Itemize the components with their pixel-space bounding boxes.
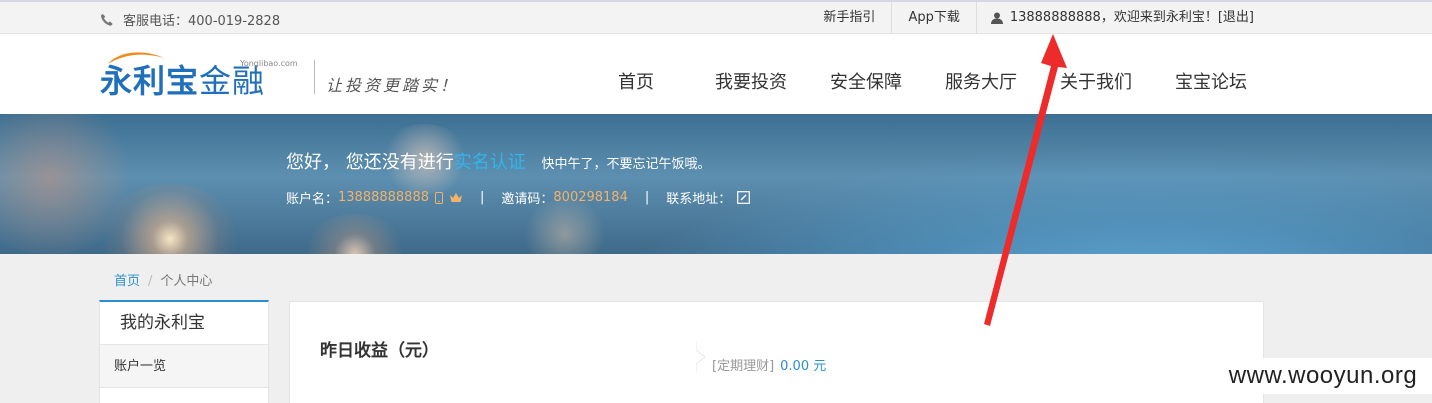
breadcrumb-separator: / [148, 274, 153, 289]
greeting-text: 您好， 您还没有进行 [286, 152, 454, 173]
username-link[interactable]: 13888888888 [1010, 2, 1101, 34]
fixed-income: [定期理财] 0.00 元 [712, 355, 826, 374]
divider: | [480, 190, 485, 205]
nav-home[interactable]: 首页 [618, 68, 654, 94]
watermark: www.wooyun.org [1214, 358, 1432, 394]
mobile-icon [435, 191, 443, 204]
sidebar-item-account-overview[interactable]: 账户一览 [100, 345, 268, 388]
logo-main-text: 永利宝 [100, 62, 200, 100]
greeting: 您好， 您还没有进行实名认证 快中午了，不要忘记午饭哦。 [286, 148, 710, 174]
nav-invest[interactable]: 我要投资 [715, 68, 787, 94]
site-header: 永利宝金融 Yonglibao.com 让投资更踏实！ 首页 我要投资 安全保障… [0, 34, 1432, 114]
user-welcome: 13888888888 ，欢迎来到永利宝！ [退出] [975, 2, 1432, 34]
account-info: 账户名： 13888888888 | 邀请码： 800298184 | 联系地址… [286, 188, 751, 207]
fixed-income-amount: 0.00 元 [780, 359, 827, 374]
yesterday-earnings-label: 昨日收益（元） [320, 341, 439, 361]
account-value: 13888888888 [338, 190, 429, 205]
chevron-right-icon [696, 342, 706, 372]
top-bar: 客服电话：400-019-2828 新手指引 App下载 13888888888… [0, 0, 1432, 34]
account-sidebar: 我的永利宝 账户一览 [99, 300, 269, 403]
welcome-text: ，欢迎来到永利宝！ [1100, 10, 1218, 25]
logout-link[interactable]: [退出] [1218, 2, 1254, 34]
nav-about-us[interactable]: 关于我们 [1060, 68, 1132, 94]
crown-icon [450, 193, 462, 202]
edit-icon[interactable] [737, 191, 751, 204]
logo-domain: Yonglibao.com [240, 59, 298, 68]
slogan: 让投资更踏实！ [326, 76, 460, 95]
phone-label: 客服电话：400-019-2828 [123, 14, 281, 29]
noon-tip: 快中午了，不要忘记午饭哦。 [541, 157, 711, 172]
divider: | [644, 190, 650, 205]
logo[interactable]: 永利宝金融 Yonglibao.com 让投资更踏实！ [100, 50, 460, 100]
breadcrumb-home[interactable]: 首页 [114, 274, 140, 289]
nav-security[interactable]: 安全保障 [830, 68, 902, 94]
newbie-guide-link[interactable]: 新手指引 [807, 2, 891, 34]
logo-divider [314, 60, 315, 94]
real-name-verify-link[interactable]: 实名认证 [454, 152, 526, 173]
invite-label: 邀请码： [501, 192, 554, 207]
app-download-link[interactable]: App下载 [891, 2, 975, 34]
customer-service-phone: 客服电话：400-019-2828 [100, 10, 280, 29]
nav-forum[interactable]: 宝宝论坛 [1175, 68, 1247, 94]
nav-service-hall[interactable]: 服务大厅 [945, 68, 1017, 94]
sidebar-title: 我的永利宝 [100, 302, 268, 345]
address-label: 联系地址： [666, 192, 732, 207]
earnings-panel: 昨日收益（元） [定期理财] 0.00 元 [289, 301, 1264, 403]
user-icon [990, 12, 1003, 24]
user-banner: 您好， 您还没有进行实名认证 快中午了，不要忘记午饭哦。 账户名： 138888… [0, 114, 1432, 254]
fixed-income-label: [定期理财] [712, 359, 775, 374]
breadcrumb: 首页 / 个人中心 [114, 270, 212, 289]
phone-icon [100, 13, 113, 26]
invite-code: 800298184 [553, 190, 628, 205]
breadcrumb-current: 个人中心 [160, 274, 213, 289]
account-label: 账户名： [286, 192, 339, 207]
